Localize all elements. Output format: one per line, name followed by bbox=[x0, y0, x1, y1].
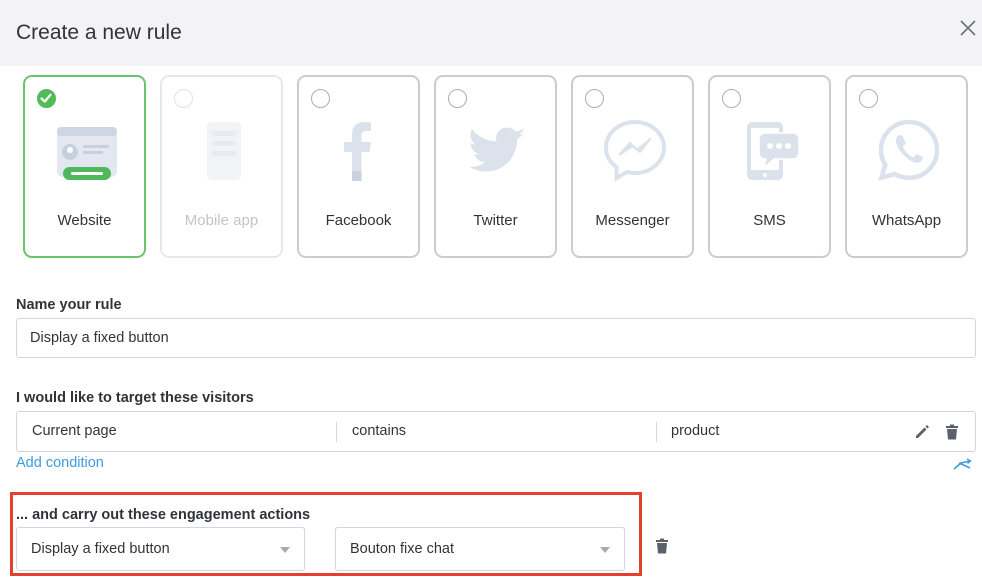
button-select-value: Bouton fixe chat bbox=[350, 541, 454, 557]
channel-card-sms[interactable]: SMS bbox=[708, 75, 831, 258]
close-icon[interactable] bbox=[957, 17, 979, 39]
condition-row: Current page contains product bbox=[16, 411, 976, 452]
action-select-value: Display a fixed button bbox=[31, 541, 170, 557]
website-icon bbox=[57, 127, 117, 180]
sms-icon bbox=[747, 122, 800, 180]
radio-button bbox=[448, 89, 467, 108]
dialog-header: Create a new rule bbox=[0, 0, 982, 66]
channel-card-messenger[interactable]: Messenger bbox=[571, 75, 694, 258]
mobile-app-icon bbox=[207, 122, 241, 180]
messenger-icon bbox=[604, 119, 666, 181]
whatsapp-icon bbox=[878, 119, 940, 181]
rule-name-input[interactable] bbox=[16, 318, 976, 358]
condition-field[interactable]: Current page bbox=[32, 412, 117, 451]
channel-card-facebook[interactable]: Facebook bbox=[297, 75, 420, 258]
channel-card-mobile-app: Mobile app bbox=[160, 75, 283, 258]
channel-card-twitter[interactable]: Twitter bbox=[434, 75, 557, 258]
channel-label-website: Website bbox=[57, 212, 112, 229]
button-select[interactable]: Bouton fixe chat bbox=[335, 527, 625, 571]
radio-button bbox=[311, 89, 330, 108]
channel-label-facebook: Facebook bbox=[325, 212, 392, 229]
dialog-title: Create a new rule bbox=[16, 21, 182, 44]
channel-label-mobile-app: Mobile app bbox=[184, 212, 259, 229]
merge-arrows-icon[interactable] bbox=[952, 457, 972, 471]
check-icon bbox=[37, 89, 56, 108]
trash-icon[interactable] bbox=[945, 424, 959, 440]
radio-button bbox=[859, 89, 878, 108]
channel-label-twitter: Twitter bbox=[473, 212, 518, 229]
radio-button bbox=[722, 89, 741, 108]
add-condition-link[interactable]: Add condition bbox=[16, 455, 104, 471]
divider bbox=[336, 422, 337, 442]
condition-value[interactable]: product bbox=[671, 412, 719, 451]
targeting-label: I would like to target these visitors bbox=[16, 390, 254, 406]
trash-icon[interactable] bbox=[655, 538, 669, 554]
pencil-icon[interactable] bbox=[914, 424, 930, 440]
channel-card-whatsapp[interactable]: WhatsApp bbox=[845, 75, 968, 258]
twitter-icon bbox=[469, 127, 525, 172]
chevron-down-icon bbox=[280, 547, 290, 553]
channel-label-sms: SMS bbox=[753, 212, 786, 229]
channel-card-website[interactable]: Website bbox=[23, 75, 146, 258]
facebook-icon bbox=[344, 122, 371, 181]
chevron-down-icon bbox=[600, 547, 610, 553]
actions-label: ... and carry out these engagement actio… bbox=[16, 507, 311, 523]
radio-button bbox=[585, 89, 604, 108]
radio-button bbox=[174, 89, 193, 108]
action-select[interactable]: Display a fixed button bbox=[16, 527, 305, 571]
divider bbox=[656, 422, 657, 442]
condition-operator[interactable]: contains bbox=[352, 412, 406, 451]
channel-label-messenger: Messenger bbox=[595, 212, 670, 229]
channel-label-whatsapp: WhatsApp bbox=[871, 212, 942, 229]
rule-name-label: Name your rule bbox=[16, 297, 122, 313]
